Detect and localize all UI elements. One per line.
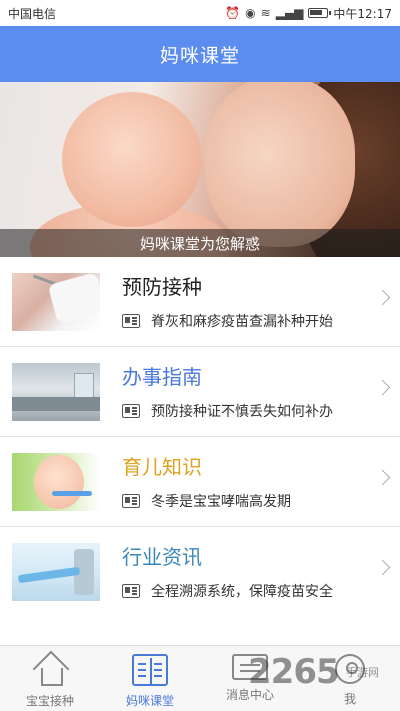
syringe-shape [17,566,81,584]
list-item-subtitle: 脊灰和麻疹疫苗查漏补种开始 [151,314,333,330]
list-item-title: 预防接种 [122,275,202,299]
status-bar: 中国电信 ⏰ ◉ ≋ ▂▄▆ 中午12:17 [0,0,400,26]
nav-item-mom-class[interactable]: 妈咪课堂 [100,646,200,711]
toothbrush-shape [52,491,92,496]
list-item-title: 行业资讯 [122,545,202,569]
baby-head-shape [62,92,202,227]
list-item-subtitle-row: 全程溯源系统，保障疫苗安全 [122,581,333,601]
list-item-subtitle: 冬季是宝宝哮喘高发期 [151,494,291,510]
baby-face-shape [34,455,84,509]
list-item-subtitle-row: 预防接种证不慎丢失如何补办 [122,401,333,421]
desk-shape [12,397,100,411]
banner-caption: 妈咪课堂为您解惑 [0,229,400,257]
signal-icon: ▂▄▆ [275,6,304,20]
list-item-subtitle-row: 脊灰和麻疹疫苗查漏补种开始 [122,311,333,331]
list-item-text: 办事指南 预防接种证不慎丢失如何补办 [122,365,333,421]
chevron-right-icon [374,379,391,396]
eye-icon: ◉ [245,6,256,20]
list-item-subtitle-row: 冬季是宝宝哮喘高发期 [122,491,291,511]
list-item-subtitle: 预防接种证不慎丢失如何补办 [151,404,333,420]
thumbnail-parenting [12,453,100,511]
header-bar: 妈咪课堂 [0,26,400,82]
article-icon [122,404,140,418]
watermark-sub-text: 手游网 [346,666,379,679]
list-item-text: 预防接种 脊灰和麻疹疫苗查漏补种开始 [122,275,333,331]
article-list: 预防接种 脊灰和麻疹疫苗查漏补种开始 办事指南 预防接种证不慎丢失如何补办 育儿… [0,257,400,617]
chevron-right-icon [374,559,391,576]
article-icon [122,314,140,328]
article-icon [122,494,140,508]
watermark-logo: 2265 [248,652,340,692]
chevron-right-icon [374,289,391,306]
nav-item-label: 妈咪课堂 [125,694,174,708]
page-title: 妈咪课堂 [159,44,240,67]
chevron-right-icon [374,469,391,486]
list-item-vaccination[interactable]: 预防接种 脊灰和麻疹疫苗查漏补种开始 [0,257,400,347]
alarm-icon: ⏰ [225,6,241,20]
banner-image[interactable]: 妈咪课堂为您解惑 [0,82,400,257]
list-item-guide[interactable]: 办事指南 预防接种证不慎丢失如何补办 [0,347,400,437]
status-time: 中午12:17 [333,6,392,21]
nav-item-label: 宝宝接种 [25,694,74,708]
status-icons: ⏰ ◉ ≋ ▂▄▆ 中午12:17 [225,5,392,22]
carrier-label: 中国电信 [8,6,57,21]
bottom-nav: 宝宝接种 妈咪课堂 消息中心 我 [0,645,400,711]
glove-shape [47,273,100,324]
list-item-text: 行业资讯 全程溯源系统，保障疫苗安全 [122,545,333,601]
wifi-icon: ≋ [260,6,271,20]
list-item-industry-news[interactable]: 行业资讯 全程溯源系统，保障疫苗安全 [0,527,400,617]
nav-item-baby-vaccination[interactable]: 宝宝接种 [0,646,100,711]
thumbnail-guide [12,363,100,421]
battery-icon [308,8,332,18]
thumbnail-vaccination [12,273,100,331]
article-icon [122,584,140,598]
list-item-title: 育儿知识 [122,455,202,479]
mother-face-shape [205,82,355,247]
book-icon [132,654,168,686]
home-icon [32,654,68,686]
thumbnail-industry-news [12,543,100,601]
list-item-title: 办事指南 [122,365,202,389]
banner-caption-text: 妈咪课堂为您解惑 [139,234,260,253]
list-item-subtitle: 全程溯源系统，保障疫苗安全 [151,584,333,600]
list-item-parenting[interactable]: 育儿知识 冬季是宝宝哮喘高发期 [0,437,400,527]
list-item-text: 育儿知识 冬季是宝宝哮喘高发期 [122,455,291,511]
nav-item-label: 我 [343,692,356,706]
